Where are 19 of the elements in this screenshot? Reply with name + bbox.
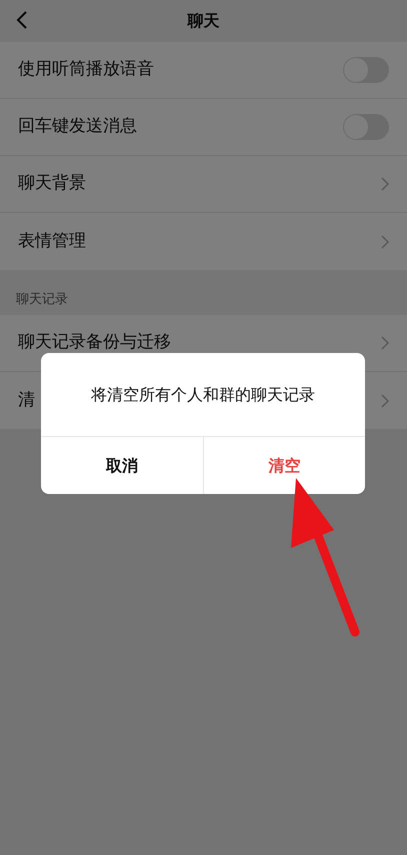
dialog-message: 将清空所有个人和群的聊天记录	[91, 384, 315, 406]
chevron-icon	[381, 234, 389, 248]
row-label: 表情管理	[18, 230, 86, 253]
section-title: 聊天记录	[16, 290, 68, 308]
settings-row[interactable]: 使用听筒播放语音	[0, 42, 407, 99]
row-label: 清	[18, 388, 35, 412]
row-label: 聊天记录备份与迁移	[18, 331, 171, 354]
page-title: 聊天	[188, 10, 220, 32]
chevron-icon	[381, 336, 389, 350]
cancel-button[interactable]: 取消	[41, 437, 202, 494]
back-icon[interactable]	[16, 10, 28, 30]
settings-row[interactable]: 表情管理	[0, 213, 407, 270]
settings-row[interactable]: 回车键发送消息	[0, 99, 407, 156]
chevron-icon	[381, 394, 389, 408]
row-label: 聊天背景	[18, 172, 86, 196]
row-label: 回车键发送消息	[18, 115, 137, 138]
row-label: 使用听筒播放语音	[18, 58, 154, 82]
chevron-icon	[381, 177, 389, 191]
settings-row[interactable]: 聊天背景	[0, 156, 407, 213]
